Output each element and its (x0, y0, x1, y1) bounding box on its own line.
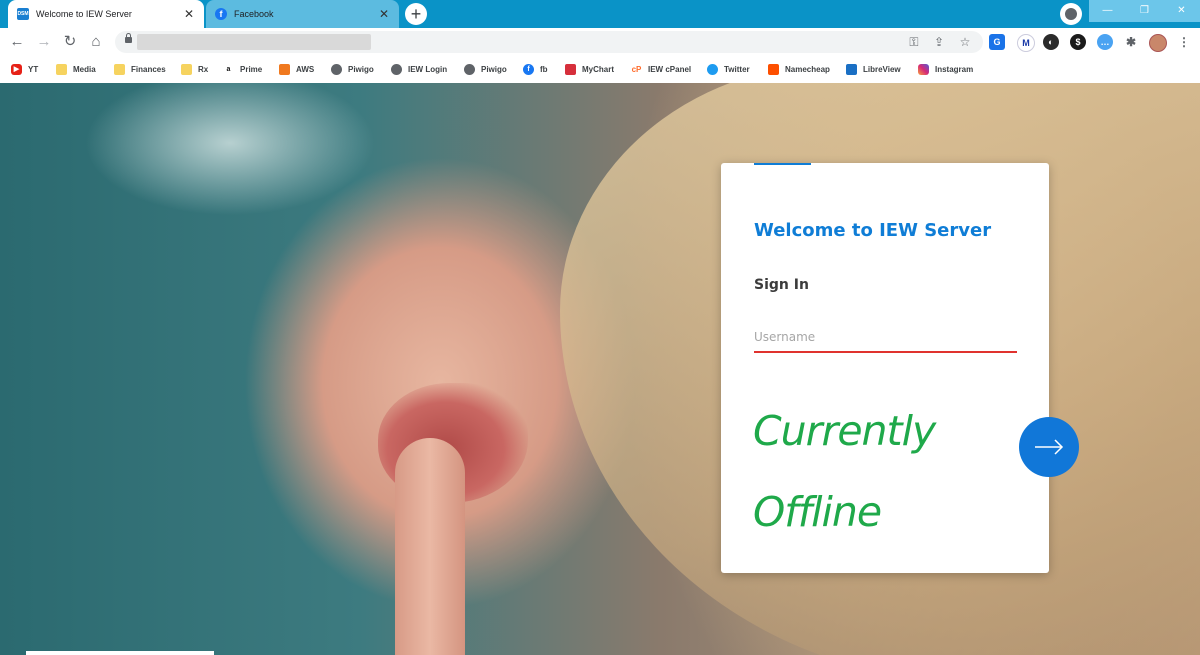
status-message: Currently Offline (753, 411, 973, 573)
bookmark-prime[interactable]: a Prime (223, 62, 262, 76)
bookmark-star-icon[interactable]: ☆ (956, 33, 974, 51)
bookmark-piwigo-2[interactable]: Piwigo (464, 62, 507, 76)
globe-icon (331, 63, 342, 75)
bookmark-twitter[interactable]: Twitter (707, 62, 750, 76)
instagram-icon (918, 63, 929, 75)
amazon-icon: a (223, 63, 234, 75)
bookmark-piwigo[interactable]: Piwigo (331, 62, 374, 76)
bookmark-mychart[interactable]: MyChart (565, 62, 614, 76)
bookmark-finances[interactable]: Finances (114, 62, 166, 76)
card-accent (754, 163, 811, 165)
tab-search-icon[interactable] (1060, 3, 1082, 25)
login-card: Welcome to IEW Server Sign In Currently … (721, 163, 1049, 573)
bookmark-yt[interactable]: ▶ YT (11, 62, 38, 76)
bookmark-namecheap[interactable]: Namecheap (768, 62, 830, 76)
address-bar[interactable]: ⚿ ⇪ ☆ (115, 31, 983, 53)
bookmark-fb[interactable]: f fb (523, 62, 548, 76)
tab-strip: DSM Welcome to IEW Server ✕ f Facebook ✕… (0, 0, 1200, 28)
bookmark-media[interactable]: Media (56, 62, 96, 76)
bookmarks-bar: ▶ YT Media Finances Rx a Prime AWS Piwigo … (0, 56, 1200, 84)
tab-title: Welcome to IEW Server (36, 9, 132, 19)
extension-icon[interactable]: ◐ (1043, 34, 1059, 50)
bookmark-aws[interactable]: AWS (279, 62, 314, 76)
folder-icon (114, 63, 125, 75)
folder-icon (56, 63, 67, 75)
dsm-icon: DSM (17, 8, 29, 20)
scroll-indicator (26, 651, 214, 655)
cpanel-icon: cP (631, 63, 642, 75)
libreview-icon (846, 63, 857, 75)
close-window-button[interactable]: ✕ (1163, 0, 1200, 22)
back-icon[interactable]: ← (7, 32, 27, 52)
bookmark-instagram[interactable]: Instagram (918, 62, 973, 76)
globe-icon (391, 63, 402, 75)
bookmark-iew-cpanel[interactable]: cP IEW cPanel (631, 62, 691, 76)
folder-icon (181, 63, 192, 75)
page-content: Welcome to IEW Server Sign In Currently … (0, 83, 1200, 655)
bookmark-iew-login[interactable]: IEW Login (391, 62, 447, 76)
close-tab-icon[interactable]: ✕ (182, 7, 196, 21)
home-icon[interactable]: ⌂ (86, 32, 106, 52)
background-photo (395, 438, 465, 655)
facebook-icon: f (215, 8, 227, 20)
arrow-right-icon (1035, 439, 1064, 455)
status-line: Currently (753, 407, 936, 455)
aws-icon (279, 63, 290, 75)
mychart-icon (565, 63, 576, 75)
extensions-puzzle-icon[interactable]: ✱ (1123, 34, 1139, 50)
close-tab-icon[interactable]: ✕ (377, 7, 391, 21)
sign-in-arrow-button[interactable] (1019, 417, 1079, 477)
reload-icon[interactable]: ↻ (60, 32, 80, 52)
forward-icon[interactable]: → (34, 32, 54, 52)
tab-title: Facebook (234, 9, 274, 19)
url-text (137, 34, 371, 50)
avatar[interactable] (1149, 34, 1167, 52)
tab-welcome-iew-server[interactable]: DSM Welcome to IEW Server ✕ (8, 0, 204, 28)
translate-extension-icon[interactable]: G (989, 34, 1005, 50)
bookmark-libreview[interactable]: LibreView (846, 62, 901, 76)
twitter-icon (707, 63, 718, 75)
globe-icon (464, 63, 475, 75)
chat-extension-icon[interactable]: … (1097, 34, 1113, 50)
share-icon[interactable]: ⇪ (930, 33, 948, 51)
username-input[interactable] (754, 323, 1017, 353)
restore-button[interactable]: ❐ (1126, 0, 1163, 22)
key-icon[interactable]: ⚿ (905, 33, 923, 51)
extension-icon[interactable]: $ (1070, 34, 1086, 50)
sign-in-heading: Sign In (754, 277, 809, 293)
facebook-icon: f (523, 63, 534, 75)
new-tab-button[interactable]: + (405, 3, 427, 25)
minimize-button[interactable]: — (1089, 0, 1126, 22)
bookmark-rx[interactable]: Rx (181, 62, 208, 76)
tab-facebook[interactable]: f Facebook ✕ (206, 0, 399, 28)
youtube-icon: ▶ (11, 63, 22, 75)
lock-icon (125, 33, 132, 43)
malwarebytes-extension-icon[interactable]: M (1017, 34, 1035, 52)
namecheap-icon (768, 63, 779, 75)
menu-kebab-icon[interactable]: ⋮ (1176, 34, 1192, 50)
login-title: Welcome to IEW Server (754, 220, 992, 241)
status-line: Offline (753, 488, 882, 536)
